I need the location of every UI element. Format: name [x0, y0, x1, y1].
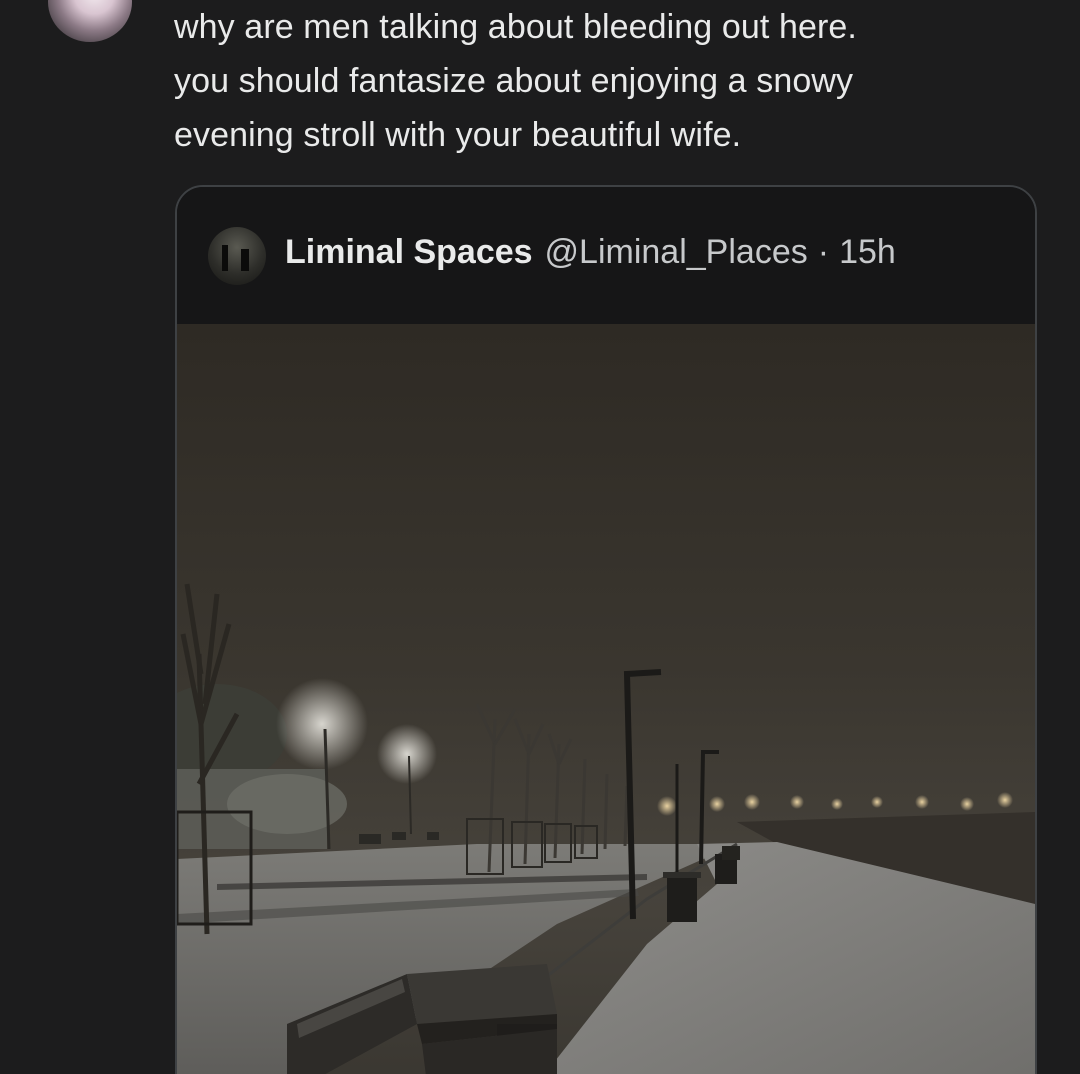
user-avatar[interactable]	[48, 0, 132, 42]
quoted-timestamp[interactable]: 15h	[839, 233, 896, 272]
quoted-tweet-author-row: Liminal Spaces @Liminal_Places · 15h	[285, 227, 896, 277]
tweet-text-line: evening stroll with your beautiful wife.	[174, 116, 742, 154]
quoted-user-avatar[interactable]	[208, 227, 266, 285]
reply-tweet: why are men talking about bleeding out h…	[0, 0, 1080, 1074]
quoted-tweet-header: Liminal Spaces @Liminal_Places · 15h	[177, 187, 1035, 324]
separator-dot: ·	[817, 232, 830, 271]
snowy-promenade-photo[interactable]	[177, 324, 1035, 1074]
quoted-display-name[interactable]: Liminal Spaces	[285, 233, 533, 272]
tweet-text-line: why are men talking about bleeding out h…	[174, 8, 857, 46]
quoted-tweet-card[interactable]: Liminal Spaces @Liminal_Places · 15h	[175, 185, 1037, 1074]
quoted-handle[interactable]: @Liminal_Places	[545, 233, 808, 272]
tweet-text-line: you should fantasize about enjoying a sn…	[174, 62, 854, 100]
tweet-text: why are men talking about bleeding out h…	[174, 0, 1034, 162]
